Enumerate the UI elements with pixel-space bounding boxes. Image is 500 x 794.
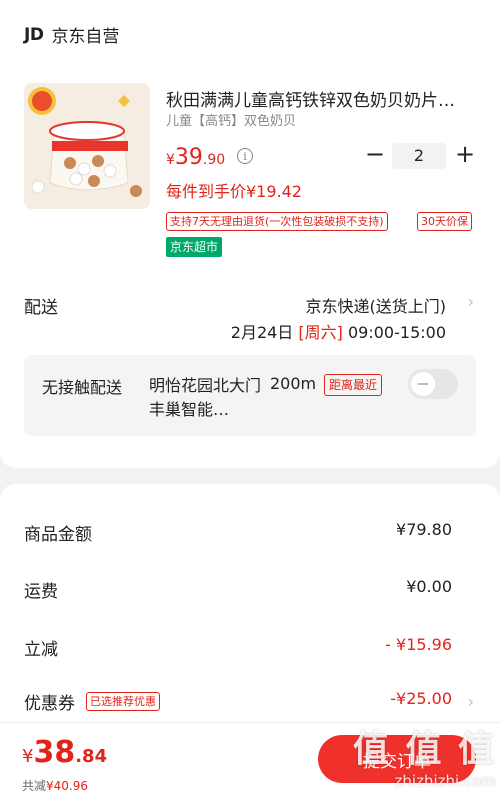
goods-amount-row: 商品金额 ¥79.80: [24, 520, 452, 545]
goods-amount-label: 商品金额: [24, 525, 92, 545]
instant-discount-label: 立减: [24, 640, 58, 660]
shipping-label: 配送: [24, 298, 58, 318]
shipping-window: 09:00-15:00: [348, 323, 446, 342]
contactless-delivery-panel: 无接触配送 明怡花园北大门丰巢智能… 200m 距离最近: [24, 355, 476, 436]
chevron-right-icon[interactable]: ›: [468, 292, 474, 311]
total-symbol: ¥: [22, 746, 34, 767]
order-product-card: JD 京东自营 秋田满满儿童高钙铁锌双色奶贝奶片… 儿童【高钙】双色奶贝 ¥39…: [0, 0, 500, 468]
quantity-minus-button[interactable]: −: [364, 142, 386, 167]
chevron-right-icon[interactable]: ›: [468, 692, 474, 711]
order-total: ¥38.84: [22, 735, 107, 770]
instant-discount-value: - ¥15.96: [385, 635, 452, 654]
price-decimal: .90: [202, 152, 226, 168]
shipping-date: 2月24日: [230, 323, 294, 342]
price-integer: 39: [174, 145, 203, 170]
locker-address[interactable]: 明怡花园北大门丰巢智能…: [149, 374, 264, 422]
coupon-label: 优惠券: [24, 694, 75, 714]
goods-amount-value: ¥79.80: [396, 520, 452, 539]
freight-label: 运费: [24, 582, 58, 602]
product-image[interactable]: [24, 83, 150, 209]
jd-logo-icon: JD: [24, 24, 44, 45]
freight-value: ¥0.00: [406, 577, 452, 596]
quantity-plus-button[interactable]: +: [454, 142, 476, 166]
total-saved[interactable]: 共减¥40.96: [22, 777, 88, 794]
coupon-value: -¥25.00: [390, 689, 452, 708]
coupon-recommended-tag: 已选推荐优惠: [86, 692, 160, 711]
freight-row: 运费 ¥0.00: [24, 577, 452, 602]
instant-discount-row: 立减 - ¥15.96: [24, 635, 452, 660]
shipping-weekday: [周六]: [298, 323, 343, 342]
watermark-logo: 值 值 值: [352, 729, 496, 770]
product-price: ¥39.90: [166, 145, 225, 170]
saved-prefix: 共减: [22, 779, 47, 793]
price-protect-tag: 30天价保: [417, 212, 472, 231]
product-title[interactable]: 秋田满满儿童高钙铁锌双色奶贝奶片…: [166, 86, 476, 111]
shipping-method[interactable]: 京东快递(送货上门): [306, 293, 447, 317]
milk-candy-jar-icon: [24, 83, 150, 209]
coupon-row[interactable]: 优惠券 已选推荐优惠 -¥25.00: [24, 689, 452, 714]
checkout-bar: ¥38.84 共减¥40.96 提交订单 值 值 值 zhizhizhi.com: [0, 722, 500, 794]
toggle-knob: [411, 372, 435, 396]
unit-final-price: 每件到手价¥19.42: [166, 182, 302, 201]
shop-header[interactable]: JD 京东自营: [24, 22, 120, 48]
return-policy-tag: 支持7天无理由退货(一次性包装破损不支持): [166, 212, 388, 231]
total-decimal: .84: [75, 746, 108, 767]
price-symbol: ¥: [166, 152, 175, 168]
info-icon[interactable]: i: [237, 148, 253, 164]
contactless-toggle[interactable]: [408, 369, 458, 399]
product-spec[interactable]: 儿童【高钙】双色奶贝: [166, 110, 296, 129]
shop-name: 京东自营: [51, 27, 120, 47]
quantity-input[interactable]: 2: [392, 143, 446, 169]
contactless-label: 无接触配送: [42, 378, 123, 397]
nearest-tag: 距离最近: [324, 374, 383, 396]
shipping-time[interactable]: 2月24日 [周六] 09:00-15:00: [231, 319, 446, 343]
locker-distance: 200m: [270, 374, 317, 393]
jd-supermarket-tag: 京东超市: [166, 237, 223, 257]
watermark-url: zhizhizhi.com: [394, 772, 496, 790]
watermark: 值 值 值 zhizhizhi.com: [336, 720, 496, 790]
total-integer: 38: [33, 735, 76, 770]
saved-value: ¥40.96: [46, 779, 89, 793]
